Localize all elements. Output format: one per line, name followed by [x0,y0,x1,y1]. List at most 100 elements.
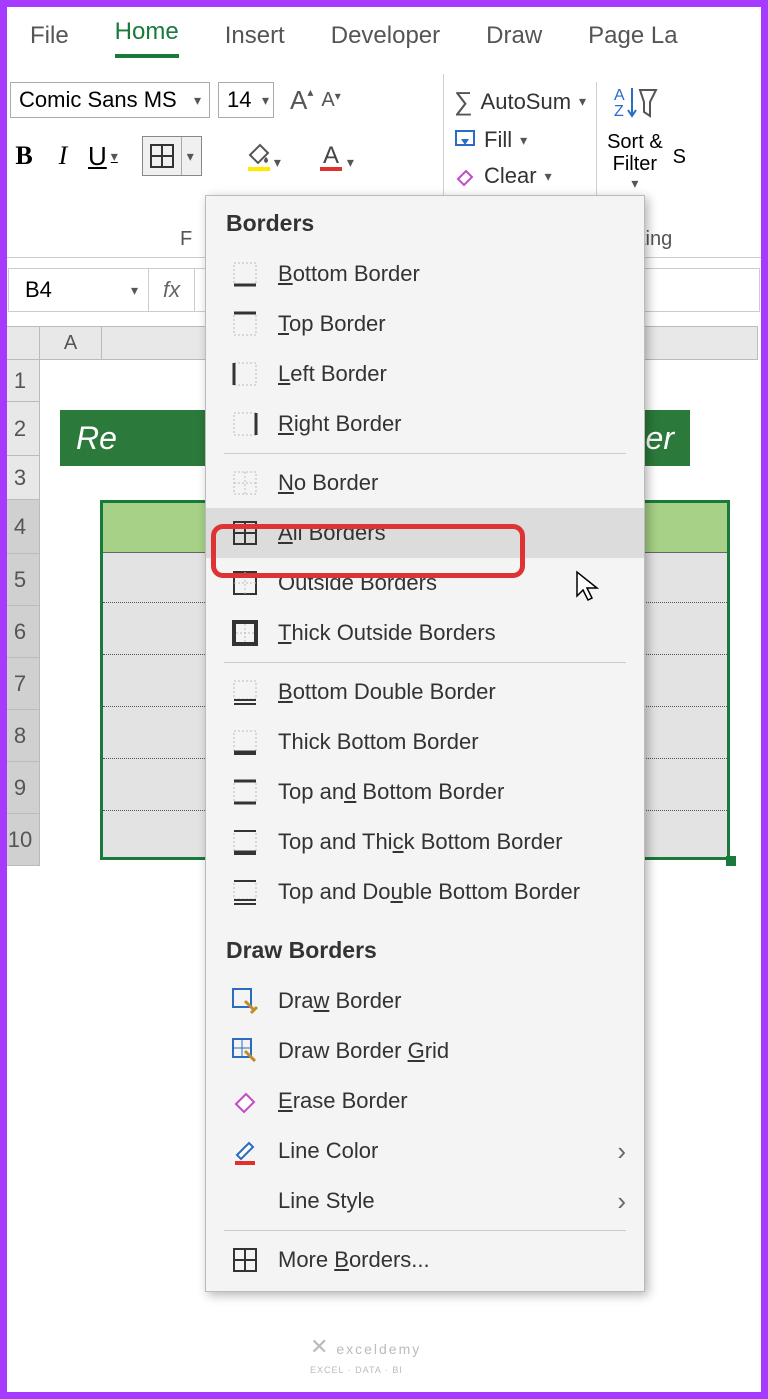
svg-text:Z: Z [614,103,624,120]
tab-developer[interactable]: Developer [331,22,440,58]
borders-section-header: Borders [206,196,644,249]
font-color-button[interactable]: A ▾ [317,141,354,171]
menu-top-border[interactable]: Top Border [206,299,644,349]
fill-handle[interactable] [726,856,736,866]
border-all-icon [230,518,260,548]
menu-bottom-double-border[interactable]: Bottom Double Border [206,667,644,717]
row-header[interactable]: 7 [0,658,40,710]
border-top-thick-bottom-icon [230,827,260,857]
font-size-combo[interactable]: 14 ▾ [218,82,274,118]
row-header[interactable]: 3 [0,456,40,500]
borders-dropdown-arrow[interactable]: ▾ [181,137,199,175]
italic-button[interactable]: I [52,141,74,171]
borders-split-button[interactable]: ▾ [142,136,202,176]
border-thick-outside-icon [230,618,260,648]
menu-no-border[interactable]: No Border [206,458,644,508]
tab-insert[interactable]: Insert [225,22,285,58]
fx-button[interactable]: fx [149,269,195,311]
border-thick-bottom-icon [230,727,260,757]
line-style-icon [230,1186,260,1216]
chevron-down-icon: ▾ [111,148,118,165]
chevron-down-icon: ▾ [274,154,281,171]
font-color-icon: A [317,141,345,171]
font-name-combo[interactable]: Comic Sans MS ▾ [10,82,210,118]
autosum-button[interactable]: ∑ AutoSum ▾ [454,86,586,117]
erase-border-icon [230,1086,260,1116]
fill-button[interactable]: Fill ▾ [454,127,586,153]
chevron-down-icon: ▾ [579,93,586,110]
column-header-a[interactable]: A [40,326,102,360]
chevron-down-icon: ▾ [631,175,638,191]
row-header[interactable]: 6 [0,606,40,658]
border-top-bottom-icon [230,777,260,807]
row-header[interactable]: 5 [0,554,40,606]
underline-button[interactable]: U▾ [88,141,118,172]
shrink-font-button[interactable]: A▾ [321,89,340,112]
sort-filter-icon: AZ [612,82,658,126]
ribbon-tabs: File Home Insert Developer Draw Page La [0,0,768,68]
menu-top-double-bottom-border[interactable]: Top and Double Bottom Border [206,867,644,917]
border-left-icon [230,359,260,389]
watermark: ✕ exceldemy EXCEL · DATA · BI [310,1334,421,1376]
menu-top-thick-bottom-border[interactable]: Top and Thick Bottom Border [206,817,644,867]
border-bottom-icon [230,259,260,289]
chevron-down-icon: ▾ [262,92,269,109]
menu-line-color[interactable]: Line Color [206,1126,644,1176]
draw-border-icon [230,986,260,1016]
border-top-double-bottom-icon [230,877,260,907]
tab-home[interactable]: Home [115,18,179,58]
row-header[interactable]: 9 [0,762,40,814]
menu-more-borders[interactable]: More Borders... [206,1235,644,1285]
row-header[interactable]: 1 [0,360,40,402]
menu-erase-border[interactable]: Erase Border [206,1076,644,1126]
border-bottom-double-icon [230,677,260,707]
menu-all-borders[interactable]: All Borders [206,508,644,558]
draw-border-grid-icon [230,1036,260,1066]
menu-thick-bottom-border[interactable]: Thick Bottom Border [206,717,644,767]
tab-file[interactable]: File [30,22,69,58]
border-outside-icon [230,568,260,598]
border-top-icon [230,309,260,339]
row-header[interactable]: 10 [0,814,40,866]
svg-text:A: A [323,142,339,169]
menu-draw-border-grid[interactable]: Draw Border Grid [206,1026,644,1076]
border-none-icon [230,468,260,498]
clear-button[interactable]: Clear ▾ [454,163,586,189]
chevron-down-icon: ▾ [520,132,527,149]
menu-line-style[interactable]: Line Style [206,1176,644,1226]
tab-pagelayout[interactable]: Page La [588,22,677,58]
tab-draw[interactable]: Draw [486,22,542,58]
fill-color-button[interactable]: ▾ [244,141,281,171]
name-box[interactable]: B4 ▾ [9,269,149,311]
chevron-down-icon: ▾ [545,168,552,185]
row-header[interactable]: 4 [0,500,40,554]
font-size-value: 14 [227,87,251,113]
svg-text:A: A [614,87,625,104]
line-color-icon [230,1136,260,1166]
menu-right-border[interactable]: Right Border [206,399,644,449]
menu-bottom-border[interactable]: Bottom Border [206,249,644,299]
font-name-value: Comic Sans MS [19,87,177,113]
eraser-icon [454,165,476,187]
menu-draw-border[interactable]: Draw Border [206,976,644,1026]
cut-label-partial: S [673,82,686,257]
border-right-icon [230,409,260,439]
bucket-icon [244,141,272,171]
cursor-icon [575,570,605,606]
menu-left-border[interactable]: Left Border [206,349,644,399]
fill-down-icon [454,129,476,151]
borders-icon [149,143,175,169]
menu-thick-outside-borders[interactable]: Thick Outside Borders [206,608,644,658]
grow-font-button[interactable]: A▴ [290,85,313,116]
menu-top-bottom-border[interactable]: Top and Bottom Border [206,767,644,817]
bold-button[interactable]: B [10,141,38,171]
borders-dropdown-menu: Borders Bottom Border Top Border Left Bo… [205,195,645,1292]
draw-borders-section-header: Draw Borders [206,917,644,976]
chevron-down-icon: ▾ [194,92,201,109]
select-all-corner[interactable] [0,326,40,360]
more-borders-icon [230,1245,260,1275]
row-header[interactable]: 8 [0,710,40,762]
sigma-icon: ∑ [454,86,473,117]
row-header[interactable]: 2 [0,402,40,456]
chevron-down-icon: ▾ [347,154,354,171]
